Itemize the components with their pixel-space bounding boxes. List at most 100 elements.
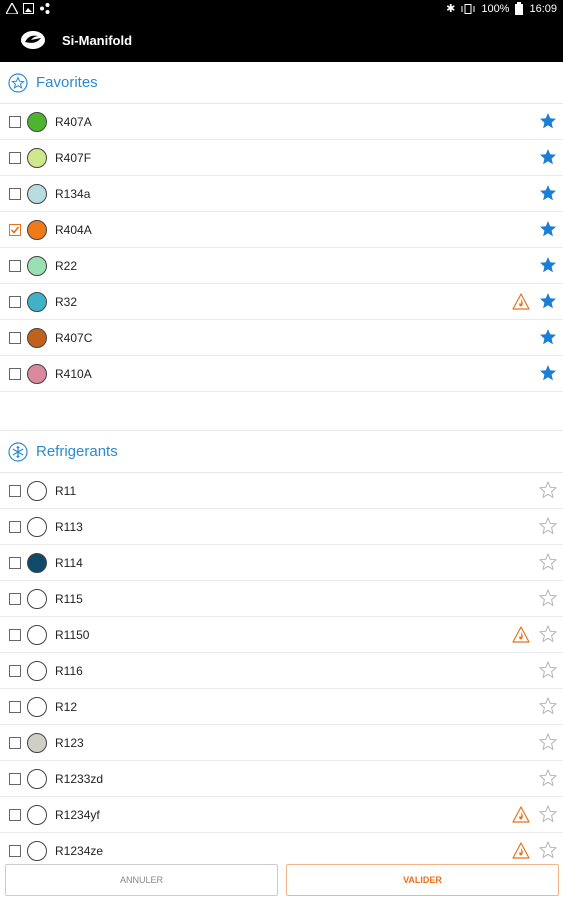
star-outline-icon[interactable]	[539, 733, 557, 751]
row-checkbox[interactable]	[9, 187, 21, 200]
favorites-title: Favorites	[36, 74, 98, 91]
refrigerant-color-swatch	[27, 588, 47, 609]
refrigerant-name: R114	[55, 555, 83, 570]
refrigerant-row-r123[interactable]: R123	[0, 725, 563, 761]
refrigerant-color-swatch	[27, 480, 47, 501]
row-checkbox[interactable]	[9, 628, 21, 641]
refrigerant-name: R404A	[55, 222, 92, 237]
refrigerant-row-r22[interactable]: R22	[0, 248, 563, 284]
refrigerant-color-swatch	[27, 840, 47, 861]
refrigerant-row-r12[interactable]: R12	[0, 689, 563, 725]
refrigerant-name: R1234yf	[55, 807, 100, 822]
refrigerant-row-r113[interactable]: R113	[0, 509, 563, 545]
star-filled-icon[interactable]	[539, 328, 557, 346]
refrigerant-name: R115	[55, 591, 83, 606]
star-filled-icon[interactable]	[539, 220, 557, 238]
notification-icons	[6, 3, 50, 14]
star-outline-icon[interactable]	[539, 589, 557, 607]
row-checkbox[interactable]	[9, 520, 21, 533]
validate-button[interactable]: VALIDER	[286, 864, 559, 896]
refrigerant-color-swatch	[27, 804, 47, 825]
refrigerant-row-r134a[interactable]: R134a	[0, 176, 563, 212]
snowflake-circle-icon	[8, 441, 28, 462]
refrigerant-row-r407a[interactable]: R407A	[0, 104, 563, 140]
refrigerant-row-r11[interactable]: R11	[0, 473, 563, 509]
refrigerant-name: R32	[55, 294, 78, 309]
row-checkbox[interactable]	[9, 700, 21, 713]
row-checkbox[interactable]	[9, 736, 21, 749]
refrigerant-color-swatch	[27, 624, 47, 645]
row-checkbox[interactable]	[9, 772, 21, 785]
star-outline-icon[interactable]	[539, 841, 557, 859]
refrigerant-row-r32[interactable]: R32	[0, 284, 563, 320]
refrigerant-color-swatch	[27, 291, 47, 312]
refrigerant-name: R22	[55, 258, 78, 273]
refrigerant-color-swatch	[27, 768, 47, 789]
refrigerant-name: R1234ze	[55, 843, 104, 858]
refrigerants-list: R11 R113 R114 R115 R1150 R116 R12 R123 R1233zd R1…	[0, 473, 563, 862]
star-circle-icon	[8, 72, 28, 93]
row-checkbox[interactable]	[9, 844, 21, 857]
star-outline-icon[interactable]	[539, 697, 557, 715]
status-indicators: ✱ 100% 16:09	[446, 2, 557, 15]
row-checkbox[interactable]	[9, 556, 21, 569]
action-bar: ANNULER VALIDER	[0, 862, 563, 900]
star-outline-icon[interactable]	[539, 553, 557, 571]
refrigerant-list[interactable]: Favorites R407A R407F R134a R404A R22 R32 R407…	[0, 62, 563, 862]
refrigerant-color-swatch	[27, 552, 47, 573]
refrigerant-row-r407f[interactable]: R407F	[0, 140, 563, 176]
refrigerant-name: R11	[55, 483, 77, 498]
check-icon	[10, 225, 20, 234]
row-checkbox[interactable]	[9, 592, 21, 605]
flammable-warning-icon	[512, 293, 530, 310]
clock: 16:09	[529, 2, 557, 15]
refrigerant-color-swatch	[27, 219, 47, 240]
refrigerant-row-r407c[interactable]: R407C	[0, 320, 563, 356]
refrigerant-color-swatch	[27, 732, 47, 753]
row-checkbox[interactable]	[9, 151, 21, 164]
star-filled-icon[interactable]	[539, 256, 557, 274]
star-filled-icon[interactable]	[539, 112, 557, 130]
row-checkbox[interactable]	[9, 808, 21, 821]
refrigerant-row-r1150[interactable]: R1150	[0, 617, 563, 653]
row-checkbox[interactable]	[9, 331, 21, 344]
star-filled-icon[interactable]	[539, 148, 557, 166]
battery-icon	[515, 2, 524, 15]
star-outline-icon[interactable]	[539, 805, 557, 823]
refrigerant-row-r410a[interactable]: R410A	[0, 356, 563, 392]
row-checkbox[interactable]	[9, 664, 21, 677]
refrigerant-name: R407F	[55, 150, 92, 165]
refrigerant-row-r404a[interactable]: R404A	[0, 212, 563, 248]
refrigerant-row-r1234yf[interactable]: R1234yf	[0, 797, 563, 833]
refrigerant-row-r116[interactable]: R116	[0, 653, 563, 689]
refrigerant-row-r115[interactable]: R115	[0, 581, 563, 617]
refrigerant-row-r114[interactable]: R114	[0, 545, 563, 581]
refrigerant-name: R1233zd	[55, 771, 104, 786]
star-filled-icon[interactable]	[539, 184, 557, 202]
row-checkbox[interactable]	[9, 259, 21, 272]
star-filled-icon[interactable]	[539, 292, 557, 310]
refrigerant-name: R123	[55, 735, 84, 750]
row-checkbox[interactable]	[9, 295, 21, 308]
refrigerant-name: R134a	[55, 186, 91, 201]
battery-percent: 100%	[481, 2, 510, 15]
star-outline-icon[interactable]	[539, 481, 557, 499]
refrigerant-row-r1233zd[interactable]: R1233zd	[0, 761, 563, 797]
star-outline-icon[interactable]	[539, 769, 557, 787]
star-outline-icon[interactable]	[539, 661, 557, 679]
bluetooth-icon: ✱	[446, 3, 456, 15]
refrigerant-color-swatch	[27, 183, 47, 204]
refrigerant-row-r1234ze[interactable]: R1234ze	[0, 833, 563, 862]
star-outline-icon[interactable]	[539, 625, 557, 643]
star-outline-icon[interactable]	[539, 517, 557, 535]
refrigerant-name: R407A	[55, 114, 92, 129]
row-checkbox[interactable]	[9, 367, 21, 380]
row-checkbox[interactable]	[9, 484, 21, 497]
app-logo-icon[interactable]	[20, 30, 46, 50]
star-filled-icon[interactable]	[539, 364, 557, 382]
row-checkbox[interactable]	[9, 115, 21, 128]
refrigerant-color-swatch	[27, 111, 47, 132]
refrigerant-color-swatch	[27, 255, 47, 276]
cancel-button[interactable]: ANNULER	[5, 864, 278, 896]
row-checkbox[interactable]	[9, 223, 21, 236]
